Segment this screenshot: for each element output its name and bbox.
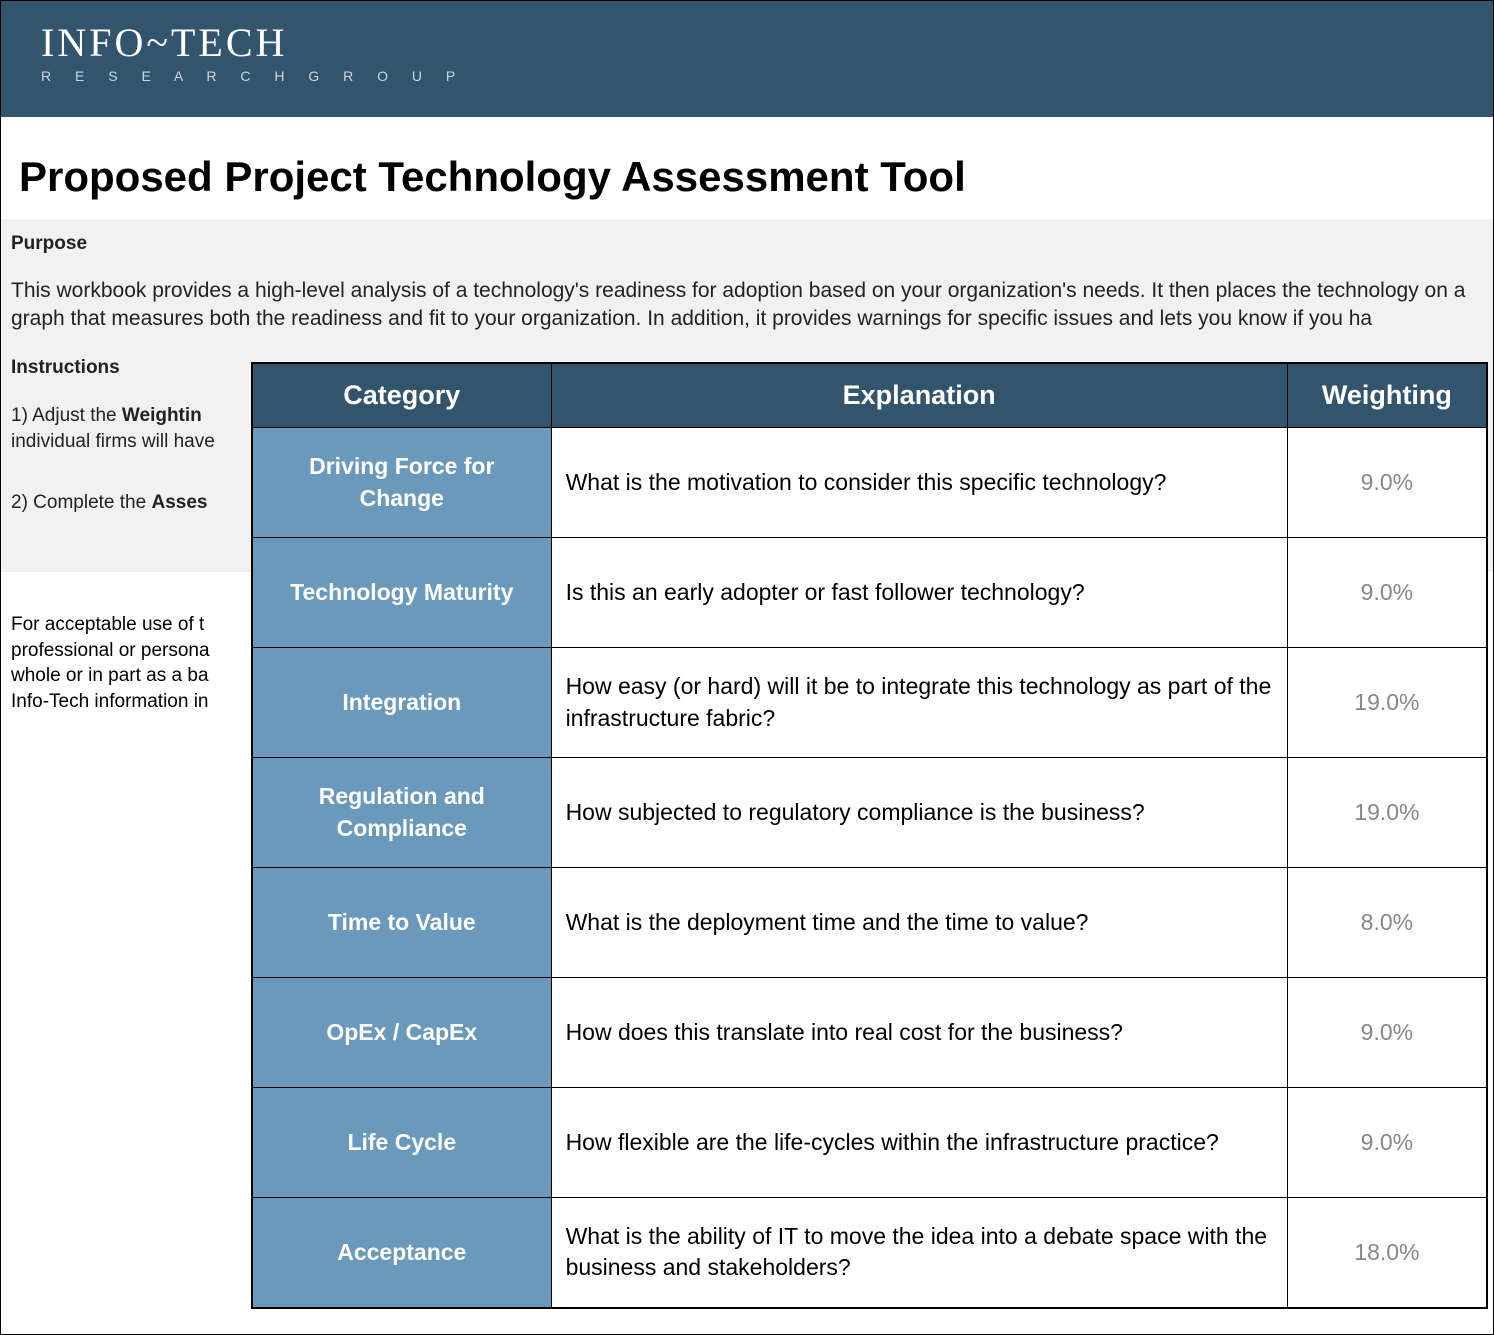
category-cell: Driving Force for Change (252, 428, 551, 538)
table-row: Regulation and ComplianceHow subjected t… (252, 758, 1487, 868)
category-cell: Life Cycle (252, 1088, 551, 1198)
table-header-row: Category Explanation Weighting (252, 363, 1487, 428)
table-row: AcceptanceWhat is the ability of IT to m… (252, 1198, 1487, 1308)
instr1-bold: Weightin (122, 405, 202, 426)
table-row: Technology MaturityIs this an early adop… (252, 538, 1487, 648)
instr2-bold: Asses (151, 492, 207, 513)
brand-header: INFO~TECH R E S E A R C H G R O U P (1, 1, 1493, 117)
instr1-cont: individual firms will have (11, 431, 215, 452)
table-row: Life CycleHow flexible are the life-cycl… (252, 1088, 1487, 1198)
category-cell: Integration (252, 648, 551, 758)
disclaimer-l4: Info-Tech information in (11, 691, 209, 712)
th-category: Category (252, 363, 551, 428)
category-cell: Time to Value (252, 868, 551, 978)
th-weighting: Weighting (1287, 363, 1487, 428)
explanation-cell: What is the motivation to consider this … (551, 428, 1287, 538)
category-cell: Acceptance (252, 1198, 551, 1308)
brand-subtitle: R E S E A R C H G R O U P (41, 68, 1493, 84)
disclaimer-l3: whole or in part as a ba (11, 665, 209, 686)
page-title: Proposed Project Technology Assessment T… (19, 153, 1493, 201)
purpose-body: This workbook provides a high-level anal… (11, 277, 1475, 334)
weighting-cell[interactable]: 9.0% (1287, 1088, 1487, 1198)
disclaimer-l2: professional or persona (11, 640, 210, 661)
table-row: OpEx / CapExHow does this translate into… (252, 978, 1487, 1088)
document-page: INFO~TECH R E S E A R C H G R O U P Prop… (0, 0, 1494, 1335)
table-row: Driving Force for ChangeWhat is the moti… (252, 428, 1487, 538)
brand-logo-text: INFO~TECH (41, 19, 1493, 66)
table-row: Time to ValueWhat is the deployment time… (252, 868, 1487, 978)
category-cell: Regulation and Compliance (252, 758, 551, 868)
explanation-cell: What is the deployment time and the time… (551, 868, 1287, 978)
explanation-cell: Is this an early adopter or fast followe… (551, 538, 1287, 648)
explanation-cell: What is the ability of IT to move the id… (551, 1198, 1287, 1308)
weighting-cell[interactable]: 9.0% (1287, 428, 1487, 538)
th-explanation: Explanation (551, 363, 1287, 428)
explanation-cell: How does this translate into real cost f… (551, 978, 1287, 1088)
weighting-cell[interactable]: 19.0% (1287, 648, 1487, 758)
category-cell: OpEx / CapEx (252, 978, 551, 1088)
instr2-prefix: 2) Complete the (11, 492, 151, 513)
weighting-cell[interactable]: 18.0% (1287, 1198, 1487, 1308)
assessment-table: Category Explanation Weighting Driving F… (251, 362, 1488, 1309)
category-cell: Technology Maturity (252, 538, 551, 648)
weighting-cell[interactable]: 8.0% (1287, 868, 1487, 978)
explanation-cell: How easy (or hard) will it be to integra… (551, 648, 1287, 758)
weighting-cell[interactable]: 19.0% (1287, 758, 1487, 868)
disclaimer-l1: For acceptable use of t (11, 614, 204, 635)
table-row: IntegrationHow easy (or hard) will it be… (252, 648, 1487, 758)
explanation-cell: How subjected to regulatory compliance i… (551, 758, 1287, 868)
explanation-cell: How flexible are the life-cycles within … (551, 1088, 1287, 1198)
weighting-cell[interactable]: 9.0% (1287, 538, 1487, 648)
weighting-cell[interactable]: 9.0% (1287, 978, 1487, 1088)
purpose-heading: Purpose (11, 231, 1475, 257)
instr1-prefix: 1) Adjust the (11, 405, 122, 426)
